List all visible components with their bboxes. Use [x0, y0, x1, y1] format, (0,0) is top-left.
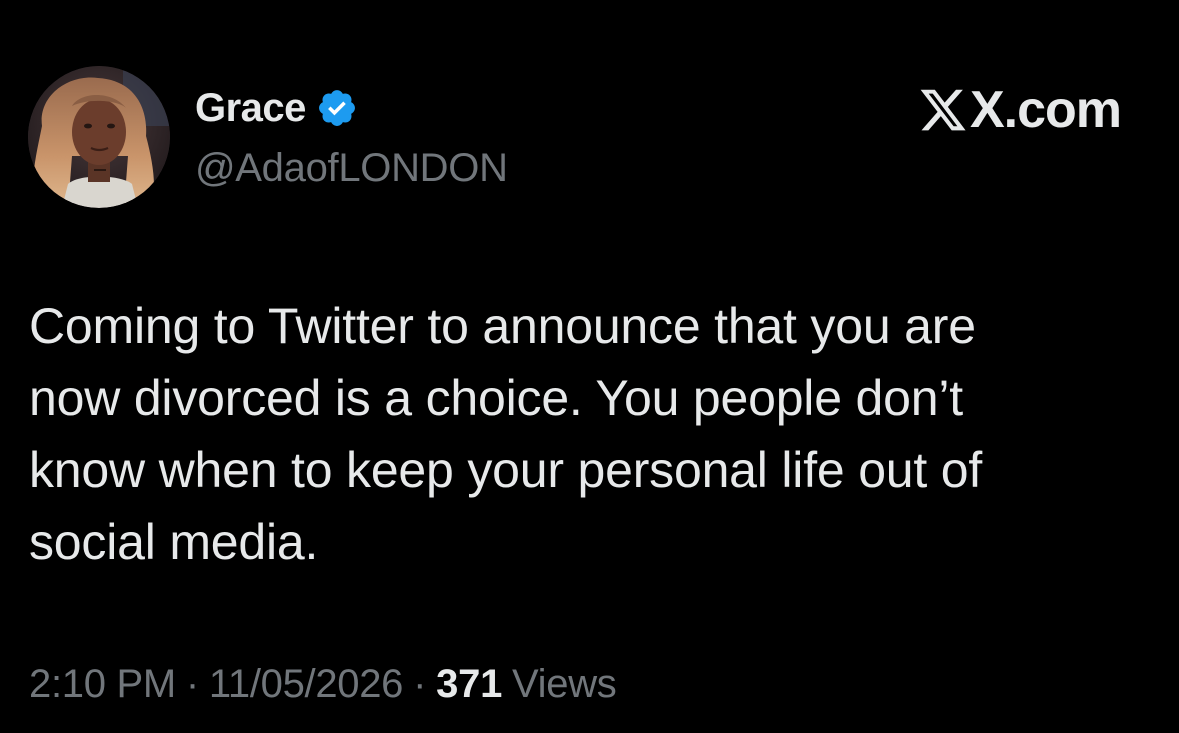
brand-text: X.com [969, 81, 1122, 139]
tweet-card: Grace @AdaofLONDON X.com Coming to Twitt… [0, 0, 1179, 733]
author-handle[interactable]: @AdaofLONDON [195, 144, 508, 192]
views-count: 371 [436, 662, 503, 706]
brand-watermark: X.com [918, 81, 1122, 139]
meta-separator: · [413, 662, 427, 706]
tweet-date[interactable]: 11/05/2026 [209, 662, 404, 706]
tweet-time[interactable]: 2:10 PM [29, 662, 176, 706]
x-logo-icon [918, 85, 968, 135]
tweet-text: Coming to Twitter to announce that you a… [29, 298, 983, 570]
verified-badge-icon[interactable] [316, 87, 358, 129]
author-display-name[interactable]: Grace [195, 84, 306, 132]
avatar[interactable] [28, 66, 170, 208]
avatar-image [28, 66, 170, 208]
meta-separator: · [185, 662, 199, 706]
views-label: Views [512, 662, 617, 706]
tweet-meta: 2:10 PM · 11/05/2026 · 371 Views [29, 660, 617, 708]
author-name-row[interactable]: Grace [195, 84, 358, 132]
